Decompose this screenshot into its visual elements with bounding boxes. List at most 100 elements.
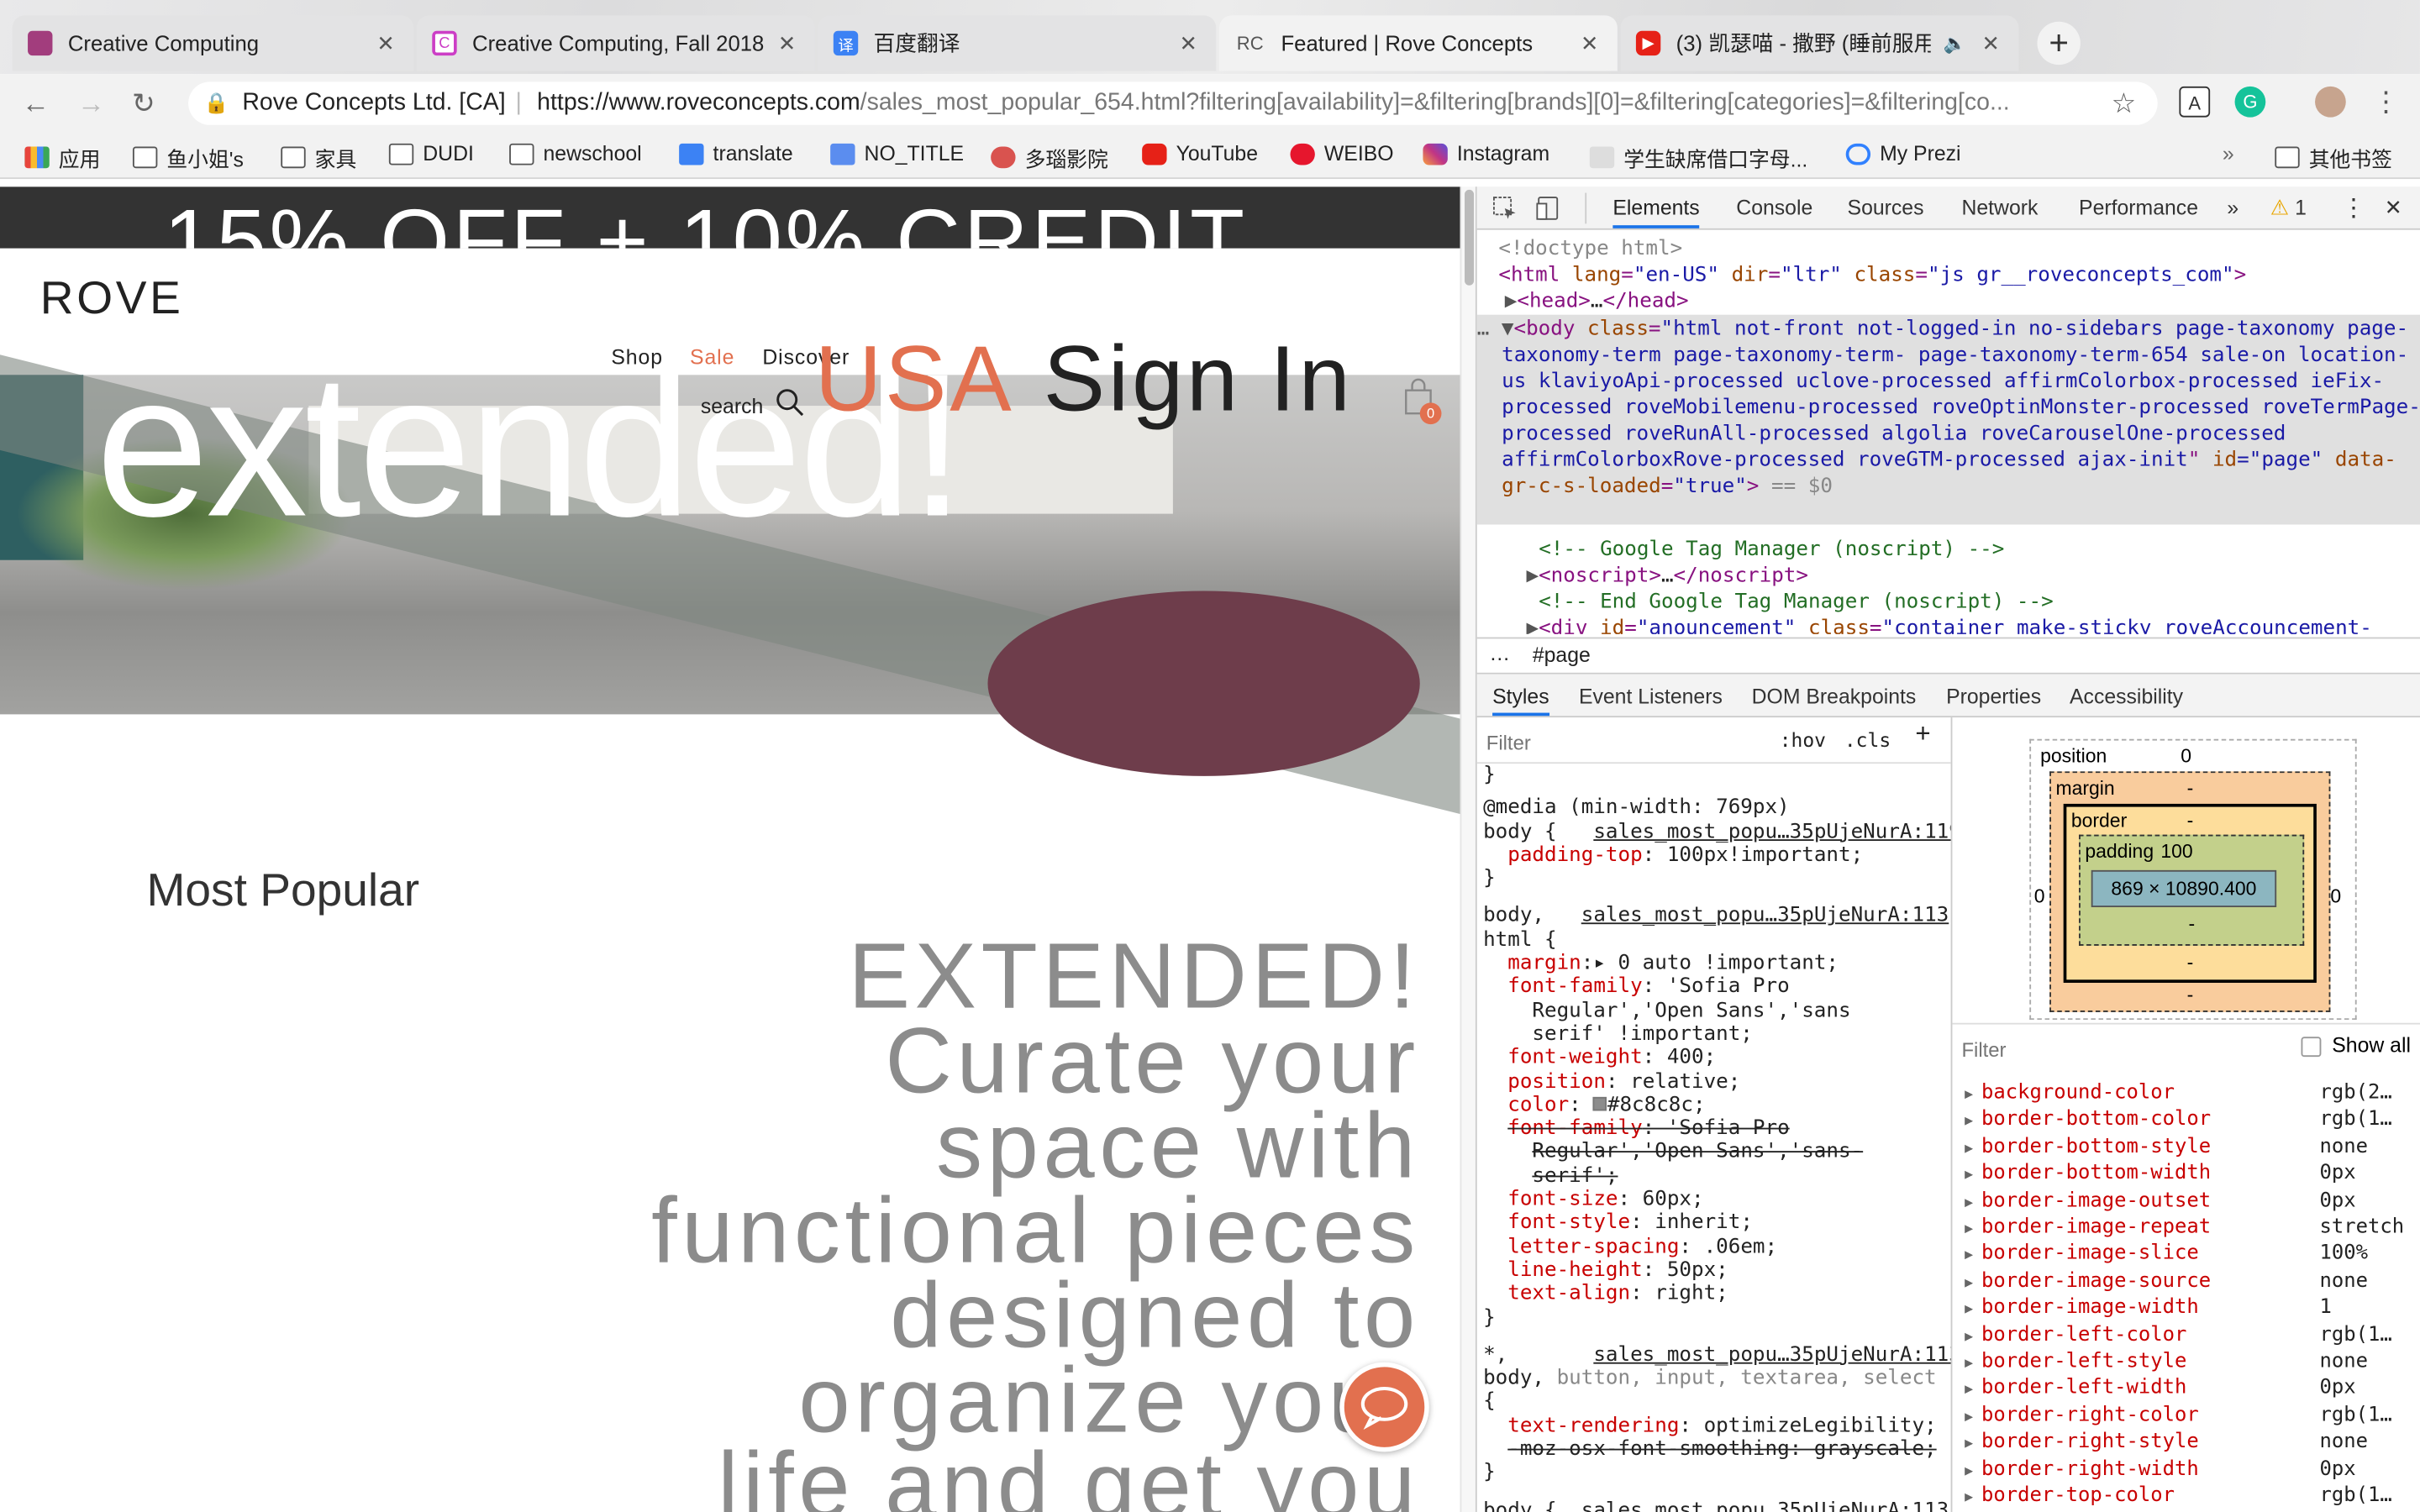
expand-arrow-icon[interactable]: ▶ <box>1965 1276 1981 1291</box>
computed-property-row[interactable]: ▶ border-image-repeat stretch <box>1965 1215 2404 1239</box>
tab-creative-computing[interactable]: Creative Computing ✕ <box>12 15 414 71</box>
nav-shop-link[interactable]: Shop <box>611 345 663 369</box>
bookmark-other[interactable]: 其他书签 <box>2275 142 2392 173</box>
search-link[interactable]: search <box>701 395 763 418</box>
bookmarks-overflow-chevron-icon[interactable]: » <box>2223 142 2234 165</box>
expand-arrow-icon[interactable]: ▶ <box>1965 1168 1981 1184</box>
box-model-position[interactable]: position 0 0 0 margin - - border - - pad… <box>2029 738 2357 1021</box>
search-icon[interactable] <box>775 387 806 418</box>
subtab-event-listeners[interactable]: Event Listeners <box>1579 685 1723 708</box>
scrollbar-thumb[interactable] <box>1465 189 1475 286</box>
computed-property-row[interactable]: ▶ border-bottom-color rgb(1… <box>1965 1108 2392 1131</box>
warning-icon[interactable]: ⚠ <box>2270 196 2289 220</box>
dom-head-node[interactable]: ▶<head>…</head> <box>1505 288 1689 314</box>
back-arrow-icon[interactable]: ← <box>15 83 55 123</box>
computed-property-row[interactable]: ▶ border-right-style none <box>1965 1431 2368 1454</box>
grammarly-icon[interactable]: G <box>2234 86 2266 118</box>
computed-property-row[interactable]: ▶ border-left-width 0px <box>1965 1377 2356 1400</box>
close-tab-icon[interactable]: ✕ <box>1979 30 2003 56</box>
computed-property-row[interactable]: ▶ border-bottom-width 0px <box>1965 1162 2356 1185</box>
devtools-menu-icon[interactable]: ⋮ <box>2341 193 2365 224</box>
more-tabs-chevron-icon[interactable]: » <box>2227 196 2238 219</box>
translate-extension-icon[interactable]: A <box>2179 86 2211 118</box>
chat-button[interactable] <box>1339 1362 1429 1452</box>
dom-doctype[interactable]: <!doctype html> <box>1498 236 1682 262</box>
expand-arrow-icon[interactable]: ▶ <box>1965 1222 1981 1237</box>
computed-property-row[interactable]: ▶ border-right-color rgb(1… <box>1965 1404 2392 1427</box>
bookmark-prezi[interactable]: My Prezi <box>1845 142 1961 165</box>
css-rules[interactable]: } @media (min-width: 769px) body { sales… <box>1483 764 1951 1512</box>
styles-filter-input[interactable] <box>1483 727 1759 758</box>
dom-html-node[interactable]: <html lang="en-US" dir="ltr" class="js g… <box>1498 262 2246 288</box>
computed-property-row[interactable]: ▶ border-left-style none <box>1965 1350 2368 1373</box>
dom-div-announcement[interactable]: ▶<div id="anouncement" class="container … <box>1526 616 2371 634</box>
box-model-padding[interactable]: padding 100 - 869 × 10890.400 <box>2079 834 2305 946</box>
url-text[interactable]: https://www.roveconcepts.com/sales_most_… <box>537 81 2010 124</box>
close-tab-icon[interactable]: ✕ <box>1577 30 1602 56</box>
region-selector[interactable]: USA <box>815 326 1015 434</box>
bookmark-no-title[interactable]: NO_TITLE <box>830 142 964 165</box>
expand-arrow-icon[interactable]: ▶ <box>1965 1356 1981 1371</box>
dom-body-node-selected[interactable]: … ▼<body class="html not-front not-logge… <box>1476 314 2420 525</box>
box-model-content[interactable]: 869 × 10890.400 <box>2091 869 2277 907</box>
bookmark-translate[interactable]: translate <box>679 142 793 165</box>
page-scrollbar[interactable] <box>1460 186 1476 1512</box>
subtab-accessibility[interactable]: Accessibility <box>2070 685 2183 708</box>
show-all-checkbox[interactable] <box>2301 1037 2322 1058</box>
expand-arrow-icon[interactable]: ▶ <box>1965 1436 1981 1452</box>
address-bar[interactable]: 🔒 Rove Concepts Ltd. [CA] | https://www.… <box>188 81 2158 125</box>
tab-sources[interactable]: Sources <box>1848 196 1924 219</box>
tab-network[interactable]: Network <box>1961 196 2038 219</box>
dom-comment[interactable]: <!-- Google Tag Manager (noscript) --> <box>1539 537 2004 563</box>
computed-property-row[interactable]: ▶ border-image-source none <box>1965 1269 2368 1293</box>
expand-arrow-icon[interactable]: ▶ <box>1965 1249 1981 1264</box>
device-toolbar-icon[interactable] <box>1536 196 1560 220</box>
bookmark-movie[interactable]: 多瑙影院 <box>991 142 1108 173</box>
tab-baidu-translate[interactable]: 译 百度翻译 ✕ <box>818 15 1217 71</box>
bookmark-instagram[interactable]: Instagram <box>1423 142 1549 165</box>
bookmark-absence-excuse[interactable]: 学生缺席借口字母... <box>1589 142 1807 173</box>
computed-property-row[interactable]: ▶ border-bottom-style none <box>1965 1135 2368 1158</box>
site-identity[interactable]: Rove Concepts Ltd. [CA] <box>242 81 505 124</box>
dom-noscript-node[interactable]: ▶<noscript>…</noscript> <box>1526 563 1807 589</box>
computed-property-row[interactable]: ▶ border-image-width 1 <box>1965 1296 2332 1320</box>
class-toggle[interactable]: .cls <box>1844 728 1891 752</box>
breadcrumb-ellipsis[interactable]: … <box>1489 642 1510 665</box>
tab-performance[interactable]: Performance <box>2079 196 2198 219</box>
bookmark-apps[interactable]: 应用 <box>24 142 100 173</box>
expand-arrow-icon[interactable]: ▶ <box>1965 1463 1981 1478</box>
bookmark-folder[interactable]: 鱼小姐's <box>132 142 244 173</box>
tab-rove-concepts[interactable]: RC Featured | Rove Concepts ✕ <box>1218 15 1618 71</box>
computed-property-row[interactable]: ▶ border-right-width 0px <box>1965 1457 2356 1481</box>
profile-avatar[interactable] <box>2315 86 2346 118</box>
close-devtools-icon[interactable]: ✕ <box>2385 196 2402 220</box>
nav-sale-link[interactable]: Sale <box>690 345 734 369</box>
menu-kebab-icon[interactable]: ⋮ <box>2370 87 2402 118</box>
expand-arrow-icon[interactable]: ▶ <box>1965 1490 1981 1505</box>
tab-youtube[interactable]: ▶ (3) 凯瑟喵 - 撒野 (睡前服用 🔈 ✕ <box>1620 15 2019 71</box>
breadcrumb-item[interactable]: #page <box>1533 643 1591 667</box>
expand-arrow-icon[interactable]: ▶ <box>1965 1088 1981 1103</box>
computed-property-row[interactable]: ▶ border-top-color rgb(1… <box>1965 1484 2392 1508</box>
forward-arrow-icon[interactable]: → <box>71 83 111 123</box>
rove-logo[interactable]: ROVE <box>40 273 184 325</box>
bookmark-folder[interactable]: newschool <box>509 142 642 165</box>
dom-comment[interactable]: <!-- End Google Tag Manager (noscript) -… <box>1539 590 2053 616</box>
computed-filter-input[interactable] <box>1958 1033 2268 1065</box>
expand-arrow-icon[interactable]: ▶ <box>1965 1195 1981 1210</box>
bookmark-folder[interactable]: 家具 <box>281 142 356 173</box>
inspect-element-icon[interactable] <box>1492 196 1517 220</box>
computed-property-row[interactable]: ▶ border-image-slice 100% <box>1965 1242 2368 1266</box>
expand-arrow-icon[interactable]: ▶ <box>1965 1329 1981 1344</box>
subtab-dom-breakpoints[interactable]: DOM Breakpoints <box>1752 685 1917 708</box>
bookmark-youtube[interactable]: YouTube <box>1142 142 1258 165</box>
box-model-border[interactable]: border - - padding 100 - 869 × 10890.400 <box>2063 803 2317 983</box>
close-tab-icon[interactable]: ✕ <box>373 30 397 56</box>
close-tab-icon[interactable]: ✕ <box>1176 30 1201 56</box>
tab-console[interactable]: Console <box>1736 196 1812 219</box>
hover-state-toggle[interactable]: :hov <box>1780 728 1826 752</box>
tab-elements[interactable]: Elements <box>1612 196 1700 228</box>
expand-arrow-icon[interactable]: ▶ <box>1965 1142 1981 1157</box>
subtab-styles[interactable]: Styles <box>1492 685 1549 717</box>
box-model-margin[interactable]: margin - - border - - padding 100 - 869 … <box>2049 771 2331 1012</box>
